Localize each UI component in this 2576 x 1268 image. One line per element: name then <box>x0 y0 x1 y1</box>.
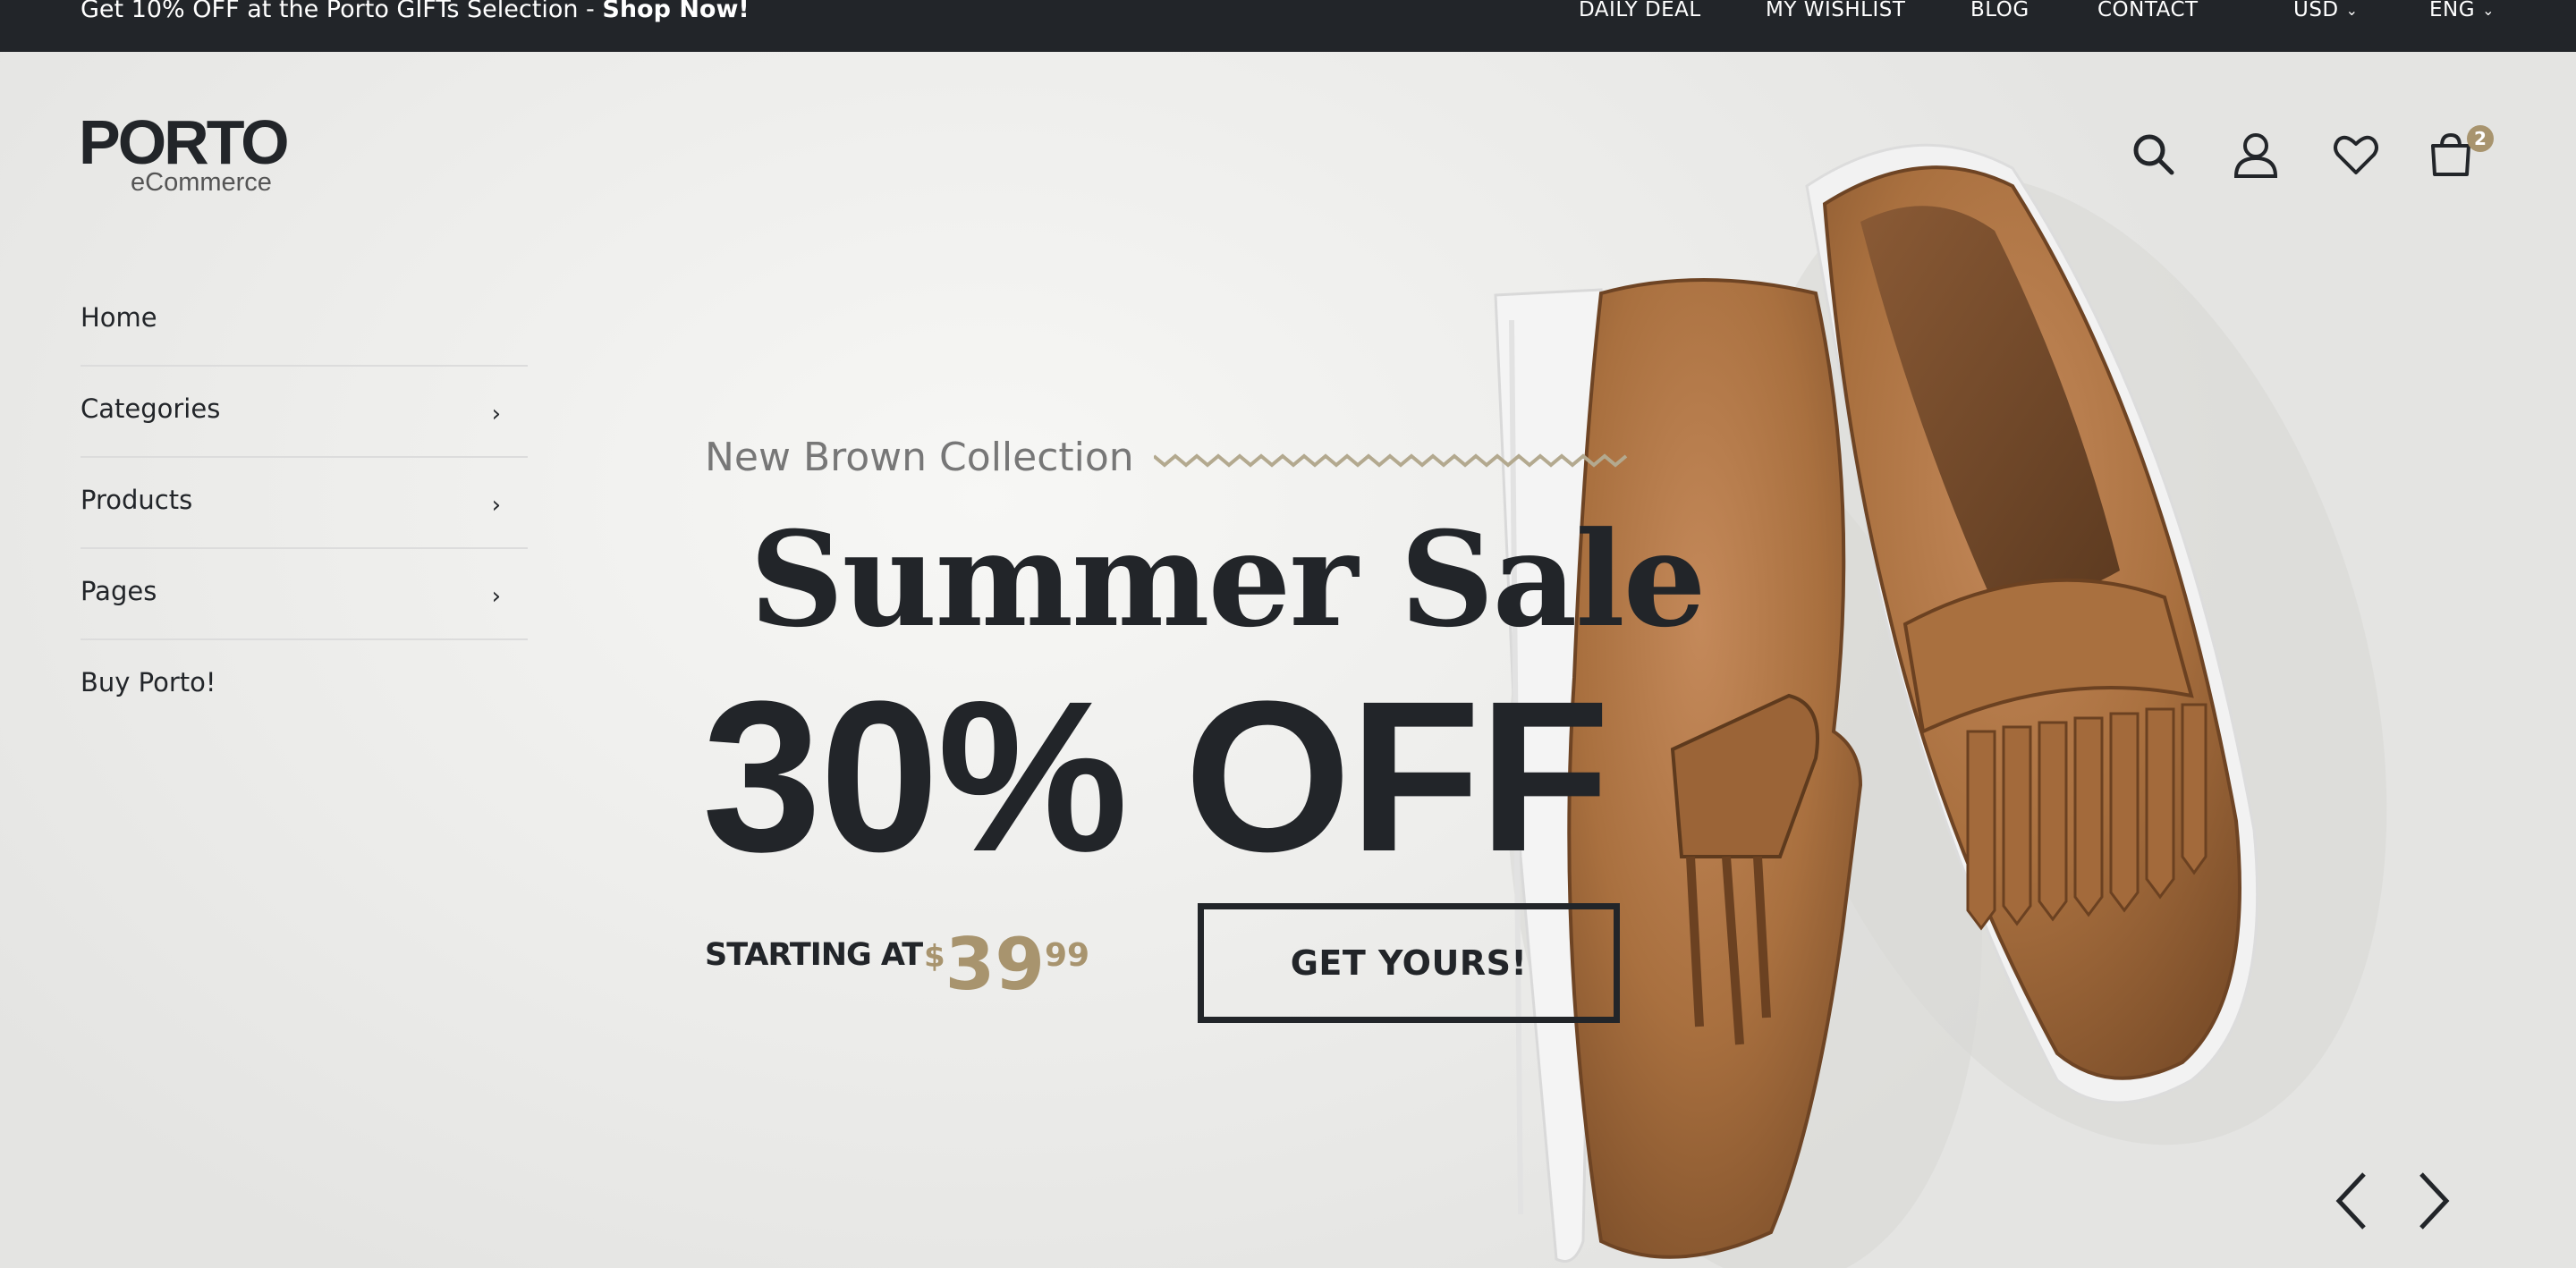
currency-value: USD <box>2293 0 2339 21</box>
slide-subtitle: New Brown Collection <box>705 435 1134 480</box>
price-integer: 39 <box>945 923 1045 1006</box>
shop-now-link[interactable]: Shop Now! <box>602 0 749 23</box>
user-icon[interactable] <box>2231 130 2281 180</box>
zigzag-divider <box>1154 453 1628 468</box>
porto-logo[interactable]: PORTO eCommerce <box>79 107 290 197</box>
menu-item-label: Products <box>80 485 193 515</box>
sale-price: $3999 <box>924 926 1089 1003</box>
slide-title: Summer Sale <box>750 503 1707 656</box>
currency-select[interactable]: USD ⌄ <box>2293 0 2359 26</box>
top-notice-bar: Get 10% OFF at the Porto GIFTs Selection… <box>0 0 2576 52</box>
chevron-right-icon: › <box>491 492 501 519</box>
menu-item-pages[interactable]: Pages › <box>80 549 528 640</box>
menu-item-home[interactable]: Home <box>80 275 528 367</box>
chevron-right-icon: › <box>491 401 501 427</box>
menu-item-buy-porto[interactable]: Buy Porto! <box>80 640 528 730</box>
get-yours-button[interactable]: GET YOURS! <box>1198 903 1620 1023</box>
chevron-down-icon: ⌄ <box>2482 1 2495 19</box>
slide-headline: 30% OFF <box>702 656 1610 896</box>
menu-item-label: Categories <box>80 393 221 424</box>
menu-item-categories[interactable]: Categories › <box>80 367 528 458</box>
nav-contact[interactable]: CONTACT <box>2097 0 2199 25</box>
starting-at-label: STARTING AT <box>705 937 923 973</box>
next-slide-icon[interactable] <box>2411 1170 2455 1232</box>
nav-my-wishlist[interactable]: MY WISHLIST <box>1766 0 1905 25</box>
price-currency: $ <box>924 939 945 975</box>
menu-item-label: Pages <box>80 576 157 606</box>
menu-item-products[interactable]: Products › <box>80 458 528 549</box>
promo-message: Get 10% OFF at the Porto GIFTs Selection… <box>80 0 603 23</box>
language-value: ENG <box>2429 0 2476 21</box>
logo-tagline: eCommerce <box>131 168 272 197</box>
hero-slider: PORTO eCommerce Home Categories › Produc… <box>0 52 2576 1268</box>
nav-daily-deal[interactable]: DAILY DEAL <box>1579 0 1701 25</box>
promo-text: Get 10% OFF at the Porto GIFTs Selection… <box>80 0 750 25</box>
side-menu: Home Categories › Products › Pages › Buy… <box>80 275 528 730</box>
prev-slide-icon[interactable] <box>2330 1170 2375 1232</box>
menu-item-label: Buy Porto! <box>80 667 216 697</box>
chevron-right-icon: › <box>491 583 501 610</box>
language-select[interactable]: ENG ⌄ <box>2429 0 2495 26</box>
nav-blog[interactable]: BLOG <box>1970 0 2029 25</box>
heart-icon[interactable] <box>2331 130 2381 180</box>
menu-item-label: Home <box>80 302 157 333</box>
cart-count-badge: 2 <box>2467 125 2494 152</box>
price-cents: 99 <box>1045 937 1090 974</box>
chevron-down-icon: ⌄ <box>2345 1 2359 19</box>
search-icon[interactable] <box>2129 130 2179 180</box>
logo-wordmark: PORTO <box>79 107 290 177</box>
